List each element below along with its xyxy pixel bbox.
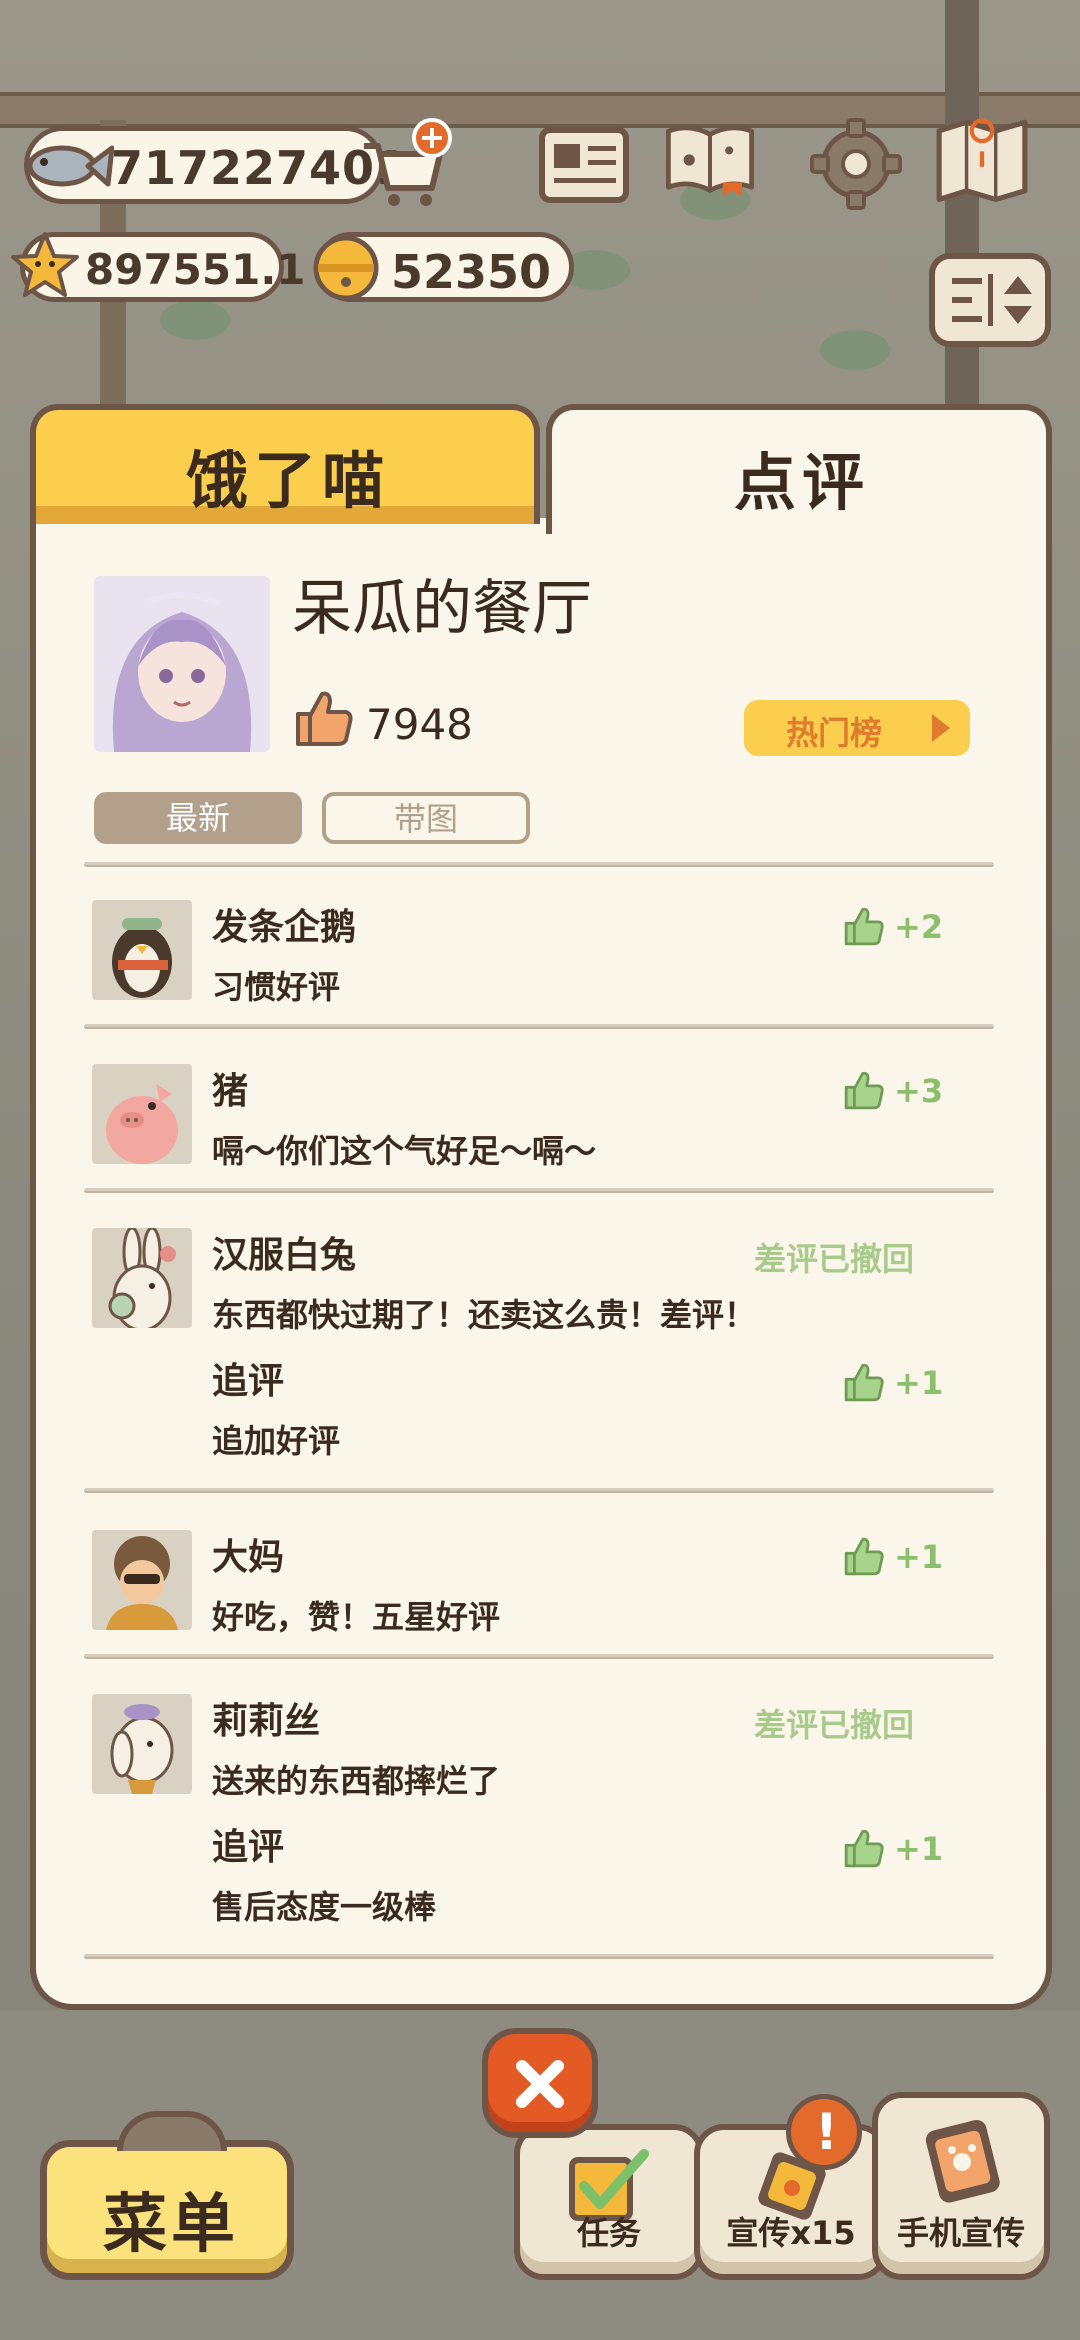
leaf-decoration — [160, 300, 230, 340]
like-icon[interactable] — [842, 904, 886, 948]
alert-badge: ! — [786, 2094, 862, 2170]
like-icon[interactable] — [842, 1360, 886, 1404]
followup-label: 追评 — [212, 1361, 285, 1402]
review-text: 送来的东西都摔烂了 — [212, 1762, 501, 1800]
menu-label: 菜单 — [103, 2188, 239, 2262]
reviewer-avatar-auntie — [92, 1530, 192, 1630]
reviewer-avatar-pig — [92, 1064, 192, 1164]
divider — [84, 1654, 994, 1659]
reviewer-name: 猪 — [212, 1071, 249, 1112]
followup-label: 追评 — [212, 1827, 285, 1868]
owner-avatar — [94, 576, 270, 752]
tab-ele-meow-label: 饿了喵 — [186, 444, 391, 517]
review-text: 东西都快过期了！还卖这么贵！差评！ — [212, 1296, 757, 1334]
newspaper-icon[interactable] — [536, 116, 632, 212]
followup-text: 售后态度一级棒 — [212, 1888, 437, 1926]
restaurant-likes-count: 7948 — [366, 700, 473, 749]
reviewer-name: 大妈 — [212, 1537, 285, 1578]
review-like-count: +3 — [894, 1072, 944, 1110]
restaurant-name: 呆瓜的餐厅 — [292, 574, 592, 644]
task-label: 任务 — [576, 2214, 641, 2252]
promo-label: 宣传x15 — [726, 2214, 856, 2252]
review-text: 好吃，赞！五星好评 — [212, 1598, 501, 1636]
divider — [84, 1954, 994, 1959]
review-like-count: +1 — [894, 1538, 944, 1576]
reviewer-name: 汉服白兔 — [212, 1235, 357, 1276]
star-count: 897551.1 — [85, 245, 306, 294]
reviewer-name: 莉莉丝 — [212, 1701, 321, 1742]
phone-promo-label: 手机宣传 — [896, 2214, 1025, 2252]
thumbs-up-icon — [296, 691, 353, 746]
phone-promo-button[interactable]: 手机宣传 — [872, 2092, 1050, 2280]
paw-book-icon[interactable] — [662, 112, 758, 208]
phone-promo-icon — [925, 2119, 1000, 2203]
review-like-count: +2 — [894, 908, 944, 946]
hot-ranking-label: 热门榜 — [786, 714, 883, 752]
close-button[interactable] — [482, 2028, 598, 2138]
like-icon[interactable] — [842, 1826, 886, 1870]
followup-text: 追加好评 — [212, 1422, 341, 1460]
reviewer-name: 发条企鹅 — [212, 907, 357, 948]
map-icon[interactable] — [934, 112, 1030, 208]
divider — [84, 862, 994, 867]
fish-icon — [27, 145, 114, 187]
star-icon — [11, 232, 79, 297]
review-text: 习惯好评 — [212, 968, 341, 1006]
bell-count: 52350 — [391, 245, 552, 299]
reviewer-avatar-rabbit — [92, 1228, 192, 1328]
leaf-decoration — [820, 330, 890, 370]
tab-reviews-label: 点评 — [734, 446, 871, 519]
close-icon — [516, 2060, 564, 2108]
tab-reviews[interactable]: 点评 — [546, 404, 1052, 534]
bell-icon — [313, 235, 379, 301]
review-retracted-status: 差评已撤回 — [754, 1240, 915, 1278]
review-text: 嗝～你们这个气好足～嗝～ — [212, 1132, 597, 1170]
followup-like-count: +1 — [894, 1830, 944, 1868]
tab-ele-meow[interactable]: 饿了喵 — [30, 404, 540, 524]
review-retracted-status: 差评已撤回 — [754, 1706, 915, 1744]
divider — [84, 1188, 994, 1193]
gear-icon[interactable] — [808, 116, 904, 212]
sort-toggle-icon[interactable] — [928, 252, 1052, 348]
hot-ranking-button[interactable]: 热门榜 — [744, 700, 970, 756]
task-button[interactable]: 任务 — [514, 2124, 704, 2280]
reviewer-avatar-lilith — [92, 1694, 192, 1794]
divider — [84, 1488, 994, 1493]
divider — [84, 1024, 994, 1029]
reviewer-avatar-penguin — [92, 900, 192, 1000]
filter-with-photo[interactable]: 带图 — [322, 792, 530, 844]
like-icon[interactable] — [842, 1068, 886, 1112]
filter-latest[interactable]: 最新 — [94, 792, 302, 844]
followup-like-count: +1 — [894, 1364, 944, 1402]
play-arrow-icon — [932, 714, 950, 742]
like-icon[interactable] — [842, 1534, 886, 1578]
cart-plus-icon[interactable] — [356, 116, 456, 212]
menu-button[interactable]: 菜单 — [40, 2111, 294, 2280]
alert-badge-label: ! — [815, 2103, 838, 2161]
